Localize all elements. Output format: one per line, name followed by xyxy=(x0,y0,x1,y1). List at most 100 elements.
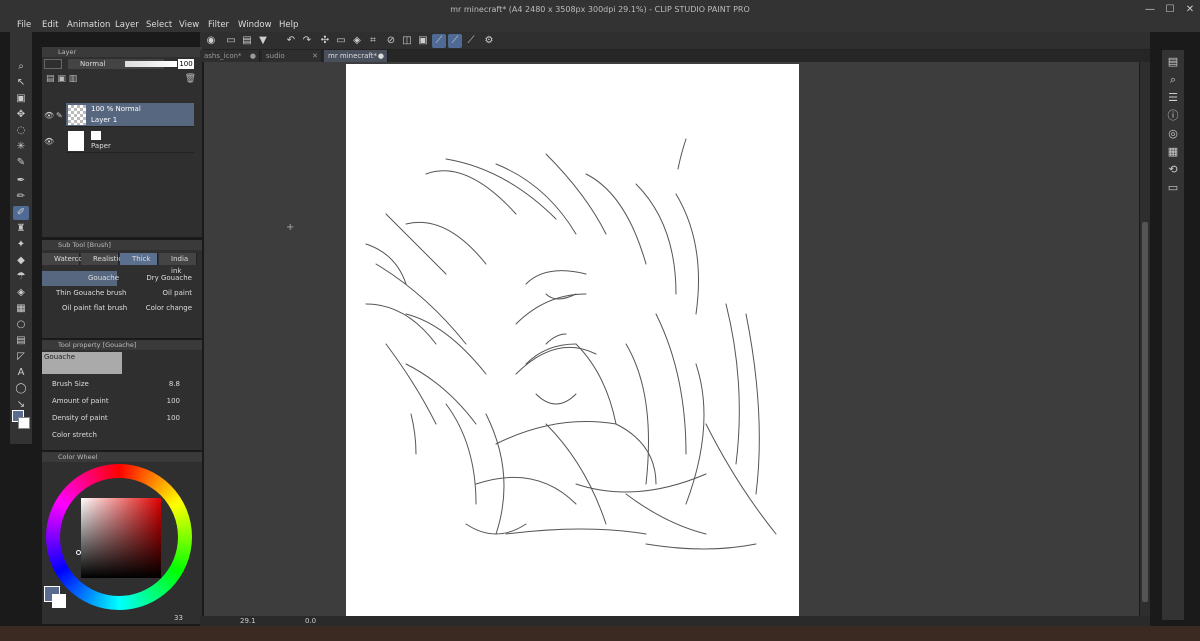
minimize-button[interactable]: — xyxy=(1140,0,1160,20)
balloon-tool-icon[interactable]: ◯ xyxy=(13,382,29,396)
tab-ashs-icon[interactable]: ashs_icon* ● xyxy=(200,50,260,62)
vertical-scrollbar[interactable] xyxy=(1140,62,1150,617)
transform-icon[interactable]: ✣ xyxy=(318,34,332,48)
new-layer-icon[interactable]: ▤ xyxy=(46,74,55,84)
density-of-paint-row[interactable]: Density of paint 100 xyxy=(52,414,192,431)
status-bar: 29.1 0.0 xyxy=(200,616,1150,626)
visibility-eye-icon[interactable]: 👁 xyxy=(44,137,54,146)
eyedropper-icon[interactable]: ✎ xyxy=(13,156,29,170)
grid-snap-icon[interactable]: ⟋ xyxy=(464,34,478,48)
brush-size-row[interactable]: Brush Size 8.8 xyxy=(52,380,192,397)
amount-of-paint-row[interactable]: Amount of paint 100 xyxy=(52,397,192,414)
sub-color-swatch[interactable] xyxy=(18,417,30,429)
history-icon[interactable]: ⟲ xyxy=(1165,162,1181,178)
settings-icon[interactable]: ⚙ xyxy=(482,34,496,48)
drawing-canvas[interactable] xyxy=(346,64,799,616)
invert-selection-icon[interactable]: ◫ xyxy=(400,34,414,48)
eraser-icon[interactable]: ◆ xyxy=(13,254,29,268)
layer-name: Paper xyxy=(91,142,111,150)
opacity-slider[interactable] xyxy=(125,61,177,67)
maximize-button[interactable]: ☐ xyxy=(1160,0,1180,20)
tool-property-title: Tool property [Gouache] xyxy=(42,340,202,350)
tab-watercolor[interactable]: Watercolor xyxy=(42,253,92,265)
folder-icon[interactable]: ▣ xyxy=(57,74,66,84)
pen-tool-icon[interactable]: ✒ xyxy=(13,174,29,188)
layer-color-swatch[interactable] xyxy=(44,59,62,69)
frame-tool-icon[interactable]: ▤ xyxy=(13,334,29,348)
brush-tool-icon[interactable]: ✐ xyxy=(13,206,29,220)
materials-icon[interactable]: ◎ xyxy=(1165,126,1181,142)
brush-item[interactable]: Oil paint xyxy=(124,286,196,301)
library-icon[interactable]: ☰ xyxy=(1165,90,1181,106)
tab-thick[interactable]: Thick xyxy=(120,253,158,265)
delete-layer-icon[interactable]: 🗑 xyxy=(185,73,196,85)
crop-icon[interactable]: ⌗ xyxy=(366,34,380,48)
figure-tool-icon[interactable]: ○ xyxy=(13,318,29,332)
lasso-tool-icon[interactable]: ◌ xyxy=(13,124,29,138)
menu-help[interactable]: Help xyxy=(279,18,298,32)
tab-mr-minecraft[interactable]: mr minecraft* ● xyxy=(324,50,388,62)
menu-edit[interactable]: Edit xyxy=(42,18,58,32)
layer-row[interactable]: 100 % Normal Layer 1 xyxy=(66,103,194,127)
layer-toolbar: ▤ ▣ ▥ 🗑 xyxy=(46,73,198,85)
open-file-icon[interactable]: ▤ xyxy=(240,34,254,48)
timeline-icon[interactable]: ▭ xyxy=(1165,180,1181,196)
selection-icon[interactable]: ▣ xyxy=(416,34,430,48)
pencil-tool-icon[interactable]: ✏ xyxy=(13,190,29,204)
duplicate-icon[interactable]: ▥ xyxy=(69,74,78,84)
fill-tool-icon[interactable]: ◈ xyxy=(13,286,29,300)
menu-file[interactable]: File xyxy=(17,18,31,32)
move-tool-icon[interactable]: ✥ xyxy=(13,108,29,122)
tab-india-ink[interactable]: India ink xyxy=(159,253,197,275)
tab-sudio[interactable]: sudio ✕ xyxy=(262,50,322,62)
tab-realistic[interactable]: Realistic xyxy=(81,253,122,265)
saturation-value-square[interactable] xyxy=(81,498,161,578)
brush-item[interactable]: Thin Gouache brush xyxy=(56,286,131,301)
menu-select[interactable]: Select xyxy=(146,18,172,32)
deselect-icon[interactable]: ⊘ xyxy=(384,34,398,48)
special-ruler-snap-icon[interactable]: ⟋ xyxy=(448,34,462,48)
blend-tool-icon[interactable]: ☂ xyxy=(13,270,29,284)
brush-item[interactable]: Color change xyxy=(124,301,196,316)
info-icon[interactable]: ⓘ xyxy=(1165,108,1181,124)
menu-view[interactable]: View xyxy=(179,18,199,32)
color-stretch-row[interactable]: Color stretch xyxy=(52,431,192,448)
navigator-icon[interactable]: ▤ xyxy=(1165,54,1181,70)
layers-icon[interactable]: ▦ xyxy=(1165,144,1181,160)
ruler-tool-icon[interactable]: ◸ xyxy=(13,350,29,364)
menu-animation[interactable]: Animation xyxy=(67,18,110,32)
redo-icon[interactable]: ↷ xyxy=(300,34,314,48)
ruler-snap-icon[interactable]: ⟋ xyxy=(432,34,446,48)
opacity-value[interactable]: 100 xyxy=(178,59,194,69)
fill-icon[interactable]: ◈ xyxy=(350,34,364,48)
sub-color-swatch[interactable] xyxy=(52,594,66,608)
decoration-icon[interactable]: ✦ xyxy=(13,238,29,252)
color-picker-marker[interactable] xyxy=(76,550,81,555)
angle-value[interactable]: 0.0 xyxy=(305,616,316,626)
gradient-tool-icon[interactable]: ▦ xyxy=(13,302,29,316)
magic-wand-icon[interactable]: ✳ xyxy=(13,140,29,154)
save-icon[interactable]: ▼ xyxy=(256,34,270,48)
close-button[interactable]: ✕ xyxy=(1180,0,1200,20)
brush-item[interactable]: Dry Gouache xyxy=(124,271,196,286)
text-tool-icon[interactable]: A xyxy=(13,366,29,380)
zoom-tool-icon[interactable]: ⌕ xyxy=(13,60,29,74)
search-icon[interactable]: ⌕ xyxy=(1165,72,1181,88)
new-file-icon[interactable]: ▭ xyxy=(224,34,238,48)
operation-tool-icon[interactable]: ↖ xyxy=(13,76,29,90)
menu-layer[interactable]: Layer xyxy=(115,18,139,32)
layer-move-icon[interactable]: ▣ xyxy=(13,92,29,106)
scroll-thumb[interactable] xyxy=(1142,222,1148,602)
brush-item[interactable]: Gouache xyxy=(42,271,119,286)
menu-filter[interactable]: Filter xyxy=(208,18,229,32)
layer-row[interactable]: Paper xyxy=(66,129,194,153)
airbrush-icon[interactable]: ♜ xyxy=(13,222,29,236)
app-icon[interactable]: ◉ xyxy=(204,34,218,48)
menu-window[interactable]: Window xyxy=(238,18,272,32)
undo-icon[interactable]: ↶ xyxy=(284,34,298,48)
clear-icon[interactable]: ▭ xyxy=(334,34,348,48)
zoom-value[interactable]: 29.1 xyxy=(240,616,256,626)
visibility-eye-icon[interactable]: 👁 xyxy=(44,111,54,120)
sketch-drawing xyxy=(365,138,777,550)
layer-info: 100 % Normal xyxy=(91,105,141,113)
